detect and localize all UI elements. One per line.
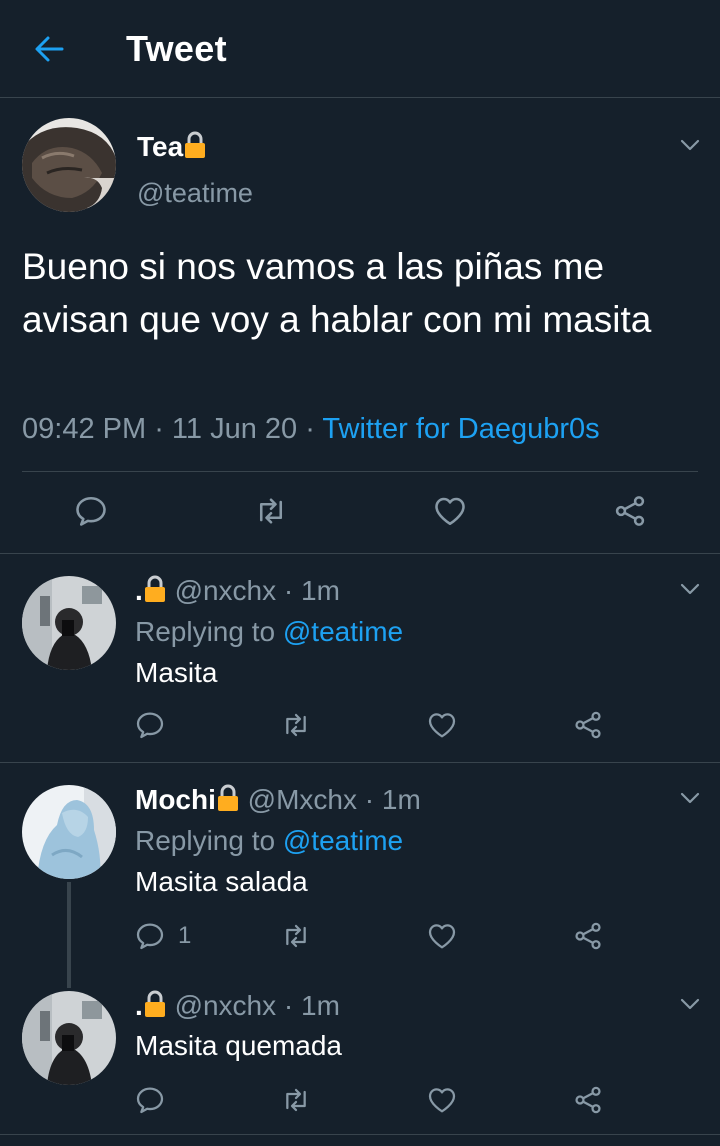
share-button[interactable] (572, 1084, 604, 1116)
tweet-actions (0, 1084, 720, 1124)
avatar[interactable] (22, 991, 116, 1085)
reply-icon (134, 920, 166, 952)
back-arrow-icon[interactable] (32, 32, 66, 66)
lock-icon (143, 574, 167, 604)
author-handle[interactable]: @Mxchx (248, 784, 357, 815)
reply-icon (134, 709, 166, 741)
share-icon (612, 493, 648, 529)
author-name[interactable]: Mochi (135, 784, 216, 815)
tweet-text: Masita quemada (135, 1030, 343, 1061)
author-handle[interactable]: @nxchx (175, 575, 277, 606)
retweet-icon (280, 709, 312, 741)
replying-to-link[interactable]: @teatime (283, 616, 403, 647)
main-tweet: Tea @teatime Bueno si nos vamos a las pi… (0, 98, 720, 554)
reply-tweet[interactable]: Mochi @Mxchx · 1m Replying to @teatime M… (0, 763, 720, 983)
tweet-text: Masita (135, 657, 218, 688)
retweet-button[interactable] (280, 709, 312, 741)
like-button[interactable] (432, 493, 468, 529)
lock-icon (183, 130, 207, 160)
author-handle[interactable]: @teatime (137, 178, 253, 209)
author-handle[interactable]: @nxchx (175, 990, 277, 1021)
like-button[interactable] (426, 709, 458, 741)
reply-button[interactable] (73, 493, 109, 529)
share-button[interactable] (612, 493, 648, 529)
retweet-icon (280, 920, 312, 952)
avatar[interactable] (22, 118, 116, 212)
tweet-time: 09:42 PM (22, 413, 147, 445)
tweet-source-link[interactable]: Twitter for Daegubr0s (322, 413, 599, 445)
reply-button[interactable] (134, 709, 166, 741)
tweet-text: Masita salada (135, 866, 308, 897)
avatar[interactable] (22, 785, 116, 879)
like-icon (426, 1084, 458, 1116)
like-icon (426, 709, 458, 741)
retweet-button[interactable] (280, 920, 312, 952)
replying-to: Replying to @teatime (135, 616, 404, 647)
reply-header: . @nxchx · 1m (135, 574, 340, 606)
reply-tweet[interactable]: . @nxchx · 1m Masita quemada (0, 983, 720, 1135)
like-button[interactable] (426, 920, 458, 952)
like-icon (432, 493, 468, 529)
reply-header: Mochi @Mxchx · 1m (135, 783, 421, 815)
chevron-down-icon[interactable] (680, 138, 700, 152)
reply-time: 1m (301, 990, 340, 1021)
reply-header: . @nxchx · 1m (135, 989, 340, 1021)
tweet-text: Bueno si nos vamos a las piñas me avisan… (22, 246, 652, 340)
author-name[interactable]: . (135, 990, 143, 1021)
retweet-button[interactable] (253, 493, 289, 529)
reply-icon (134, 1084, 166, 1116)
lock-icon (216, 783, 240, 813)
replying-to: Replying to @teatime (135, 825, 404, 856)
author-name[interactable]: Tea (137, 130, 207, 163)
tweet-actions (0, 493, 720, 533)
author-name[interactable]: . (135, 575, 143, 606)
chevron-down-icon[interactable] (680, 791, 700, 805)
chevron-down-icon[interactable] (680, 997, 700, 1011)
reply-time: 1m (301, 575, 340, 606)
reply-time: 1m (381, 784, 421, 815)
page-title: Tweet (126, 28, 227, 69)
reply-tweet[interactable]: . @nxchx · 1m Replying to @teatime Masit… (0, 554, 720, 763)
divider (22, 471, 698, 472)
share-icon (572, 1084, 604, 1116)
tweet-actions (0, 709, 720, 749)
like-icon (426, 920, 458, 952)
avatar[interactable] (22, 576, 116, 670)
retweet-icon (253, 493, 289, 529)
share-icon (572, 920, 604, 952)
tweet-date: 11 Jun 20 (171, 413, 298, 445)
share-icon (572, 709, 604, 741)
reply-button[interactable] (134, 1084, 166, 1116)
retweet-icon (280, 1084, 312, 1116)
chevron-down-icon[interactable] (680, 582, 700, 596)
share-button[interactable] (572, 709, 604, 741)
like-button[interactable] (426, 1084, 458, 1116)
share-button[interactable] (572, 920, 604, 952)
top-bar: Tweet (0, 0, 720, 98)
reply-icon (73, 493, 109, 529)
tweet-actions: 1 (0, 920, 720, 960)
tweet-meta: 09:42 PM · 11 Jun 20 · Twitter for Daegu… (22, 413, 600, 445)
replying-to-link[interactable]: @teatime (283, 825, 403, 856)
reply-button[interactable]: 1 (134, 920, 191, 952)
lock-icon (143, 989, 167, 1019)
reply-count: 1 (178, 922, 192, 949)
retweet-button[interactable] (280, 1084, 312, 1116)
